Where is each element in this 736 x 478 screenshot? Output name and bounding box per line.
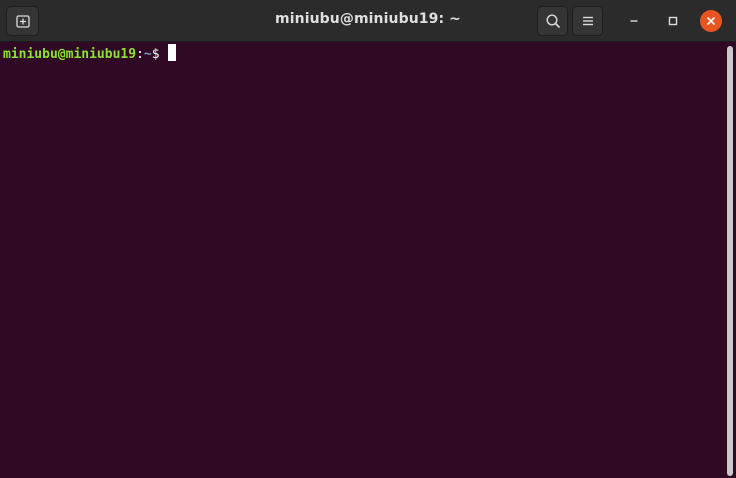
title-bar[interactable]: miniubu@miniubu19: ~	[0, 0, 736, 42]
terminal-output-area[interactable]: miniubu@miniubu19:~$	[0, 42, 724, 478]
prompt-colon: :	[136, 47, 144, 62]
close-icon	[707, 17, 715, 25]
maximize-icon	[668, 16, 678, 26]
maximize-button[interactable]	[661, 9, 685, 33]
minimize-icon	[630, 20, 638, 22]
shell-prompt: miniubu@miniubu19:~$	[3, 44, 176, 63]
prompt-user-host: miniubu@miniubu19	[3, 47, 137, 62]
text-cursor	[167, 44, 176, 61]
new-tab-icon	[15, 15, 30, 28]
search-button[interactable]	[537, 6, 568, 36]
search-icon	[545, 14, 560, 28]
prompt-symbol: $	[151, 47, 160, 62]
menu-button[interactable]	[572, 6, 603, 36]
close-button[interactable]	[700, 10, 722, 32]
terminal-window: miniubu@miniubu19: ~ miniubu@miniubu19:~…	[0, 0, 736, 478]
vertical-scrollbar[interactable]	[724, 42, 736, 478]
minimize-button[interactable]	[622, 9, 646, 33]
prompt-path: ~	[143, 47, 152, 62]
hamburger-menu-icon	[582, 16, 593, 26]
new-tab-button[interactable]	[6, 6, 39, 36]
scrollbar-thumb[interactable]	[727, 46, 733, 476]
